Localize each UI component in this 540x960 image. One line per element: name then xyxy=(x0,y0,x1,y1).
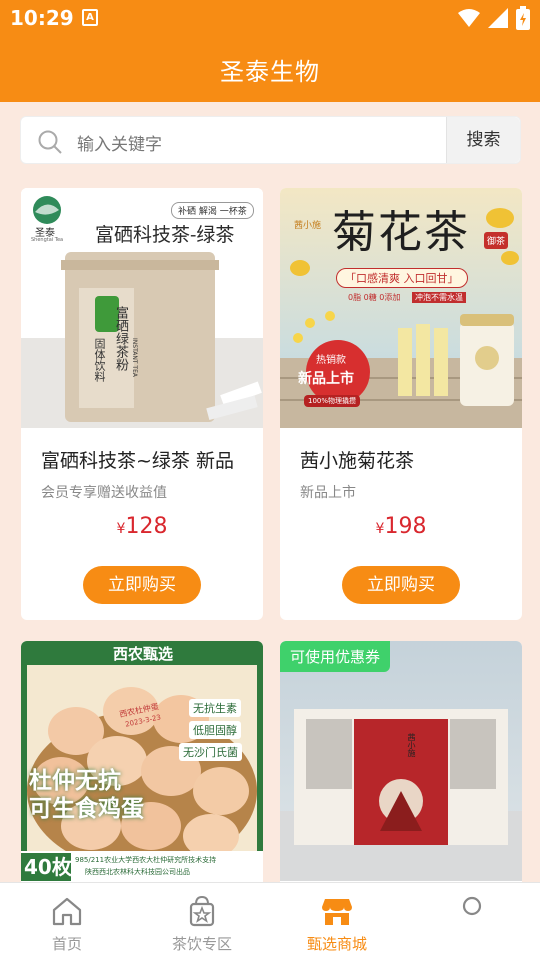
app-bar: 圣泰生物 xyxy=(0,36,540,102)
product-card[interactable]: 茜小施 菊花茶 御茶 「口感清爽 入口回甘」 0脂 0糖 0添加 冲泡不需水温 … xyxy=(280,188,522,620)
jar-english-label: INSTANT TEA xyxy=(131,338,138,377)
tea-bag-icon xyxy=(189,895,215,927)
image-tag: 冲泡不需水温 xyxy=(412,292,466,303)
product-subtitle: 新品上市 xyxy=(300,485,356,501)
buy-now-button[interactable]: 立即购买 xyxy=(83,566,201,604)
nav-mall[interactable]: 甄选商城 xyxy=(287,883,387,960)
image-brand-en: Shengtai Tea xyxy=(31,237,64,243)
bottom-navigation: 首页 茶饮专区 甄选商城 xyxy=(0,882,540,960)
home-icon xyxy=(52,897,82,926)
image-seal: 御茶 xyxy=(484,232,509,249)
buy-now-button[interactable]: 立即购买 xyxy=(342,566,460,604)
image-badge-top: 热销款 xyxy=(316,355,346,366)
user-icon xyxy=(462,896,482,916)
signal-icon xyxy=(488,8,508,28)
image-footer: 陕西西北农林科大科技园公司出品 xyxy=(85,868,190,876)
product-card[interactable]: 可使用优惠券 茜小施 xyxy=(280,641,522,882)
nav-tea-zone[interactable]: 茶饮专区 xyxy=(152,883,252,960)
product-card[interactable]: 西农甄选 西农杜仲蛋 2023-3-23 无抗生素 低胆固醇 无沙门氏菌 杜仲无… xyxy=(21,641,263,882)
image-tag: 补硒 解渴 一杯茶 xyxy=(171,202,254,219)
nav-label: 首页 xyxy=(51,935,82,953)
product-price: ¥198 xyxy=(280,514,522,539)
system-icons xyxy=(458,6,530,30)
image-headline: 可生食鸡蛋 xyxy=(29,796,144,822)
search-input[interactable]: 输入关键字 xyxy=(77,130,162,155)
product-name[interactable]: 富硒科技茶~绿茶 新品 xyxy=(41,446,246,473)
nav-label: 甄选商城 xyxy=(306,935,367,953)
product-image[interactable]: 可使用优惠券 茜小施 xyxy=(280,641,522,881)
jar-side-label: 固体饮料 xyxy=(93,338,106,382)
image-bullet: 无抗生素 xyxy=(189,699,241,717)
image-headline: 菊花茶 xyxy=(332,207,470,258)
image-banner: 西农甄选 xyxy=(112,645,173,663)
product-name[interactable]: 茜小施菊花茶 xyxy=(300,446,505,473)
wifi-icon xyxy=(458,9,480,27)
image-footer: 985/211农业大学西农大杜仲研究所技术支持 xyxy=(75,856,217,864)
image-bullet: 低胆固醇 xyxy=(189,721,241,739)
image-brand: 茜小施 xyxy=(294,221,322,231)
product-image[interactable]: 西农甄选 西农杜仲蛋 2023-3-23 无抗生素 低胆固醇 无沙门氏菌 杜仲无… xyxy=(21,641,263,881)
page-title: 圣泰生物 xyxy=(220,58,320,86)
image-badge-sub: 100%物理撬攒 xyxy=(304,395,361,407)
image-badge-main: 新品上市 xyxy=(298,371,354,387)
notification-icon: A xyxy=(82,9,98,26)
store-icon xyxy=(322,899,352,925)
search-button[interactable]: 搜索 xyxy=(446,117,520,163)
battery-icon xyxy=(516,6,530,30)
image-slogan: 「口感清爽 入口回甘」 xyxy=(336,268,468,288)
price-value: 198 xyxy=(384,514,427,539)
product-price: ¥128 xyxy=(21,514,263,539)
image-tag: 0脂 0糖 0添加 xyxy=(348,293,401,302)
box-brand: 茜小施 xyxy=(407,733,416,757)
jar-label: 富硒绿茶粉 xyxy=(113,306,128,371)
search-icon xyxy=(38,130,62,154)
product-card[interactable]: 圣泰 Shengtai Tea 补硒 解渴 一杯茶 富硒科技茶-绿茶 富硒绿茶粉… xyxy=(21,188,263,620)
image-bullet: 无沙门氏菌 xyxy=(179,743,242,761)
status-time: 10:29 xyxy=(10,6,74,30)
product-image[interactable]: 茜小施 菊花茶 御茶 「口感清爽 入口回甘」 0脂 0糖 0添加 冲泡不需水温 … xyxy=(280,188,522,428)
nav-label: 茶饮专区 xyxy=(171,935,232,953)
image-headline: 富硒科技茶-绿茶 xyxy=(95,224,235,246)
coupon-badge: 可使用优惠券 xyxy=(280,641,391,672)
nav-profile[interactable] xyxy=(422,883,522,960)
product-subtitle: 会员专享赠送收益值 xyxy=(41,485,167,501)
nav-home[interactable]: 首页 xyxy=(17,883,117,960)
image-count: 40枚 xyxy=(24,855,72,879)
search-bar: 输入关键字 搜索 xyxy=(20,116,521,164)
product-image[interactable]: 圣泰 Shengtai Tea 补硒 解渴 一杯茶 富硒科技茶-绿茶 富硒绿茶粉… xyxy=(21,188,263,428)
price-value: 128 xyxy=(125,514,168,539)
status-bar: 10:29 A xyxy=(0,0,540,36)
